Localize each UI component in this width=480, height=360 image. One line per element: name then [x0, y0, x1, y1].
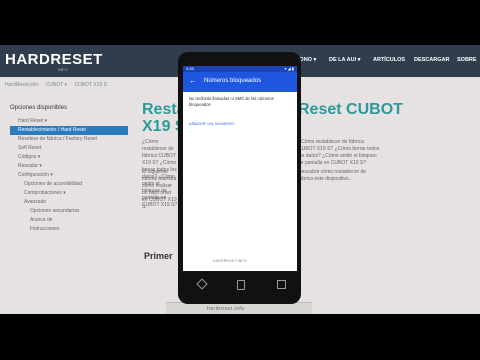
nav-home-icon[interactable] — [237, 280, 245, 290]
site-logo-sub: INFO — [58, 67, 68, 72]
sidebar: Opciones disponibles Hard Reset ▾ Restab… — [10, 105, 128, 234]
nav-item-sobre[interactable]: SOBRE — [457, 57, 477, 63]
breadcrumb-model[interactable]: CUBOT X19 S — [74, 82, 106, 88]
site-logo[interactable]: HARDRESET — [5, 51, 103, 68]
app-bar: ← Números bloqueados — [183, 72, 297, 92]
breadcrumb: HardReset.info CUBOT ▾ CUBOT X19 S — [5, 82, 113, 88]
blocked-numbers-description: No recibirás llamadas ni SMS de los núme… — [189, 96, 274, 107]
stand-label: hardreset.info — [207, 306, 245, 312]
sidebar-item-instrucciones[interactable]: Instrucciones — [10, 225, 128, 234]
sidebar-item-rescatar[interactable]: Rescatar ▾ — [10, 162, 128, 171]
article-title-right: Reset CUBOT — [298, 101, 403, 118]
phone-screen: 3:28 ▾ ◢ ▮ ← Números bloqueados No recib… — [183, 66, 297, 271]
sidebar-item-restablecimiento[interactable]: Restablecimiento / Hard Reset — [10, 126, 128, 135]
sidebar-item-configuracion[interactable]: Configuración ▾ — [10, 171, 128, 180]
sidebar-item-soft-reset[interactable]: Soft Reset — [10, 144, 128, 153]
nav-item-articulos[interactable]: ARTÍCULOS — [373, 57, 405, 63]
nav-item-aui[interactable]: DE LA AUI ▾ — [329, 57, 360, 63]
sidebar-item-codigos[interactable]: Códigos ▾ — [10, 153, 128, 162]
article-heading: Primer — [144, 251, 173, 261]
status-time: 3:28 — [186, 66, 194, 71]
sidebar-item-secundarias[interactable]: Opciones secundarias — [10, 207, 128, 216]
sidebar-title: Opciones disponibles — [10, 105, 68, 111]
nav-item-descargar[interactable]: DESCARGAR — [414, 57, 449, 63]
app-bar-title: Números bloqueados — [204, 78, 262, 84]
article-para2-left: El siguiente tutorial muestra cómo reali… — [142, 169, 177, 210]
article-para-right: ¿Cómo restablecer de fábrica CUBOT X19 S… — [298, 139, 380, 166]
video-frame: HARDRESET INFO TÉLÉFONO ▾ DE LA AUI ▾ AR… — [0, 0, 480, 360]
back-arrow-icon[interactable]: ← — [189, 77, 197, 85]
sidebar-item-factory-reset[interactable]: Resetear de fábrica / Factory Reset — [10, 135, 128, 144]
letterbox-top — [0, 0, 480, 45]
article-para2-right: Descubre cómo restablecer de fábrica est… — [298, 169, 367, 182]
sidebar-item-hard-reset[interactable]: Hard Reset ▾ — [10, 117, 128, 126]
add-number-button[interactable]: AÑADIR UN NÚMERO — [189, 121, 235, 126]
nav-recent-icon[interactable] — [277, 280, 286, 289]
sidebar-item-acerca[interactable]: Acerca de — [10, 216, 128, 225]
sidebar-item-comprobaciones[interactable]: Comprobaciones ▾ — [10, 189, 128, 198]
sidebar-item-accesibilidad[interactable]: Opciones de accesibilidad — [10, 180, 128, 189]
letterbox-bottom — [0, 314, 480, 360]
watermark: HARDRESET.INFO — [213, 259, 247, 263]
breadcrumb-home[interactable]: HardReset.info — [5, 82, 38, 88]
status-icons: ▾ ◢ ▮ — [284, 66, 294, 71]
sidebar-item-avanzado[interactable]: Avanzado — [10, 198, 128, 207]
breadcrumb-brand[interactable]: CUBOT ▾ — [46, 82, 67, 88]
